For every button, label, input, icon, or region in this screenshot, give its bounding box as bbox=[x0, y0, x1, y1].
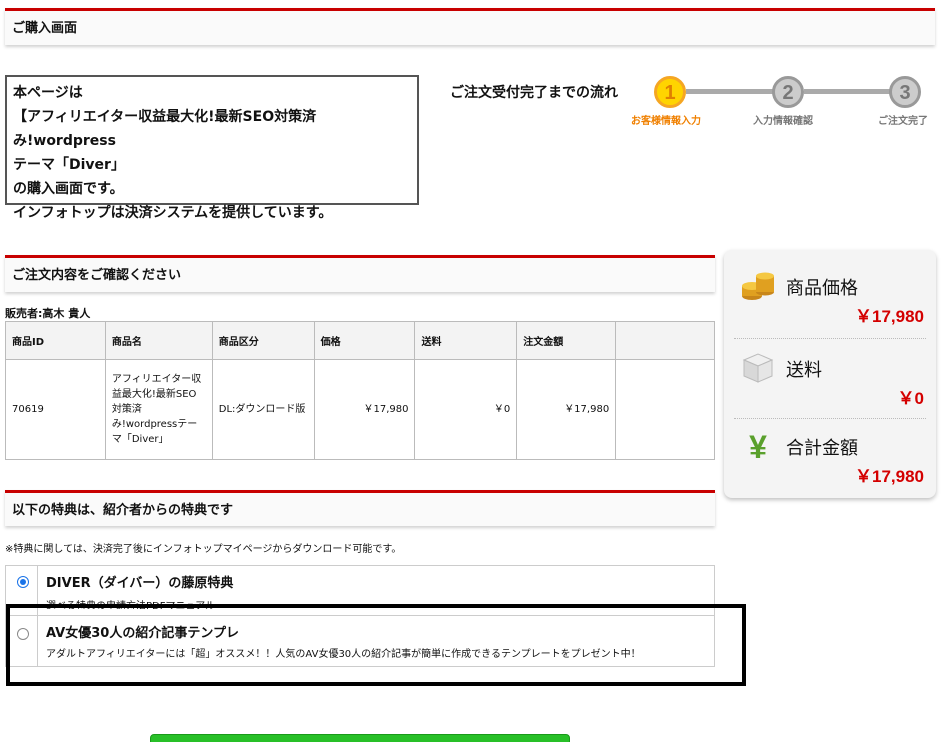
order-confirm-title: ご注文内容をご確認ください bbox=[12, 268, 182, 283]
info-line: インフォトップは決済システムを提供しています。 bbox=[13, 205, 333, 221]
total-label: 合計金額 bbox=[786, 438, 858, 459]
divider bbox=[734, 418, 926, 419]
bonus-title: 以下の特典は、紹介者からの特典です bbox=[12, 503, 234, 518]
product-price-label: 商品価格 bbox=[786, 278, 858, 299]
step-2-circle: 2 bbox=[772, 76, 804, 108]
col-header-price: 価格 bbox=[313, 321, 416, 360]
shipping-value: ￥0 bbox=[897, 389, 924, 408]
box-icon bbox=[742, 353, 774, 383]
yen-icon: ¥ bbox=[749, 429, 767, 464]
purchase-title: ご購入画面 bbox=[12, 21, 78, 36]
product-price-row: 商品価格 ￥17,980 bbox=[734, 268, 926, 328]
highlight-frame bbox=[6, 604, 746, 686]
col-header-category: 商品区分 bbox=[211, 321, 315, 360]
info-line: の購入画面です。 bbox=[13, 181, 124, 197]
order-table: 商品ID 商品名 商品区分 価格 送料 注文金額 70619 アフィリエイター収… bbox=[5, 321, 715, 460]
table-header-row: 商品ID 商品名 商品区分 価格 送料 注文金額 bbox=[5, 321, 715, 360]
info-line: 本ページは bbox=[13, 85, 83, 101]
svg-text:¥: ¥ bbox=[749, 429, 767, 464]
shipping-row: 送料 ￥0 bbox=[734, 350, 926, 410]
divider bbox=[734, 338, 926, 339]
bonus-note: ※特典に関しては、決済完了後にインフォトップマイページからダウンロード可能です。 bbox=[5, 544, 402, 555]
step-1-circle: 1 bbox=[654, 76, 686, 108]
bonus-option-title: DIVER（ダイバー）の藤原特典 bbox=[46, 576, 234, 591]
step-2-label: 入力情報確認 bbox=[753, 116, 813, 127]
step-3-label: ご注文完了 bbox=[878, 116, 928, 127]
next-button[interactable] bbox=[150, 734, 570, 742]
col-header-name: 商品名 bbox=[104, 321, 213, 360]
table-row: 70619 アフィリエイター収益最大化!最新SEO対策済み!wordpressテ… bbox=[5, 359, 715, 460]
cell-product-id: 70619 bbox=[5, 359, 106, 460]
step-connector bbox=[804, 89, 894, 94]
col-header-id: 商品ID bbox=[5, 321, 106, 360]
step-connector bbox=[686, 89, 776, 94]
cell-category: DL:ダウンロード版 bbox=[211, 359, 315, 460]
cell-shipping: ￥0 bbox=[414, 359, 518, 460]
info-line: 【アフィリエイター収益最大化!最新SEO対策済み!wordpress bbox=[13, 109, 317, 149]
price-summary-panel: 商品価格 ￥17,980 送料 ￥0 ¥ 合計金額 ￥17,980 bbox=[724, 250, 936, 498]
cell-product-name: アフィリエイター収益最大化!最新SEO対策済み!wordpressテーマ「Div… bbox=[104, 359, 213, 460]
step-3-circle: 3 bbox=[889, 76, 921, 108]
step-1-label: お客様情報入力 bbox=[631, 116, 701, 127]
cell-empty bbox=[615, 359, 715, 460]
col-header-shipping: 送料 bbox=[414, 321, 518, 360]
product-price-value: ￥17,980 bbox=[855, 307, 924, 326]
cell-total: ￥17,980 bbox=[516, 359, 617, 460]
total-row: ¥ 合計金額 ￥17,980 bbox=[734, 428, 926, 488]
bonus-header: 以下の特典は、紹介者からの特典です bbox=[5, 490, 715, 526]
order-confirm-header: ご注文内容をご確認ください bbox=[5, 255, 715, 292]
seller-name: 販売者:高木 貴人 bbox=[5, 307, 91, 320]
col-header-empty bbox=[615, 321, 715, 360]
bonus-radio-1[interactable] bbox=[17, 576, 29, 588]
col-header-total: 注文金額 bbox=[516, 321, 617, 360]
shipping-label: 送料 bbox=[786, 360, 822, 381]
info-box: 本ページは 【アフィリエイター収益最大化!最新SEO対策済み!wordpress… bbox=[5, 75, 419, 221]
info-line: テーマ「Diver」 bbox=[13, 157, 125, 173]
total-value: ￥17,980 bbox=[855, 467, 924, 486]
flow-title: ご注文受付完了までの流れ bbox=[450, 85, 618, 101]
coins-icon bbox=[742, 272, 774, 300]
cell-price: ￥17,980 bbox=[313, 359, 416, 460]
purchase-header: ご購入画面 bbox=[5, 8, 935, 45]
